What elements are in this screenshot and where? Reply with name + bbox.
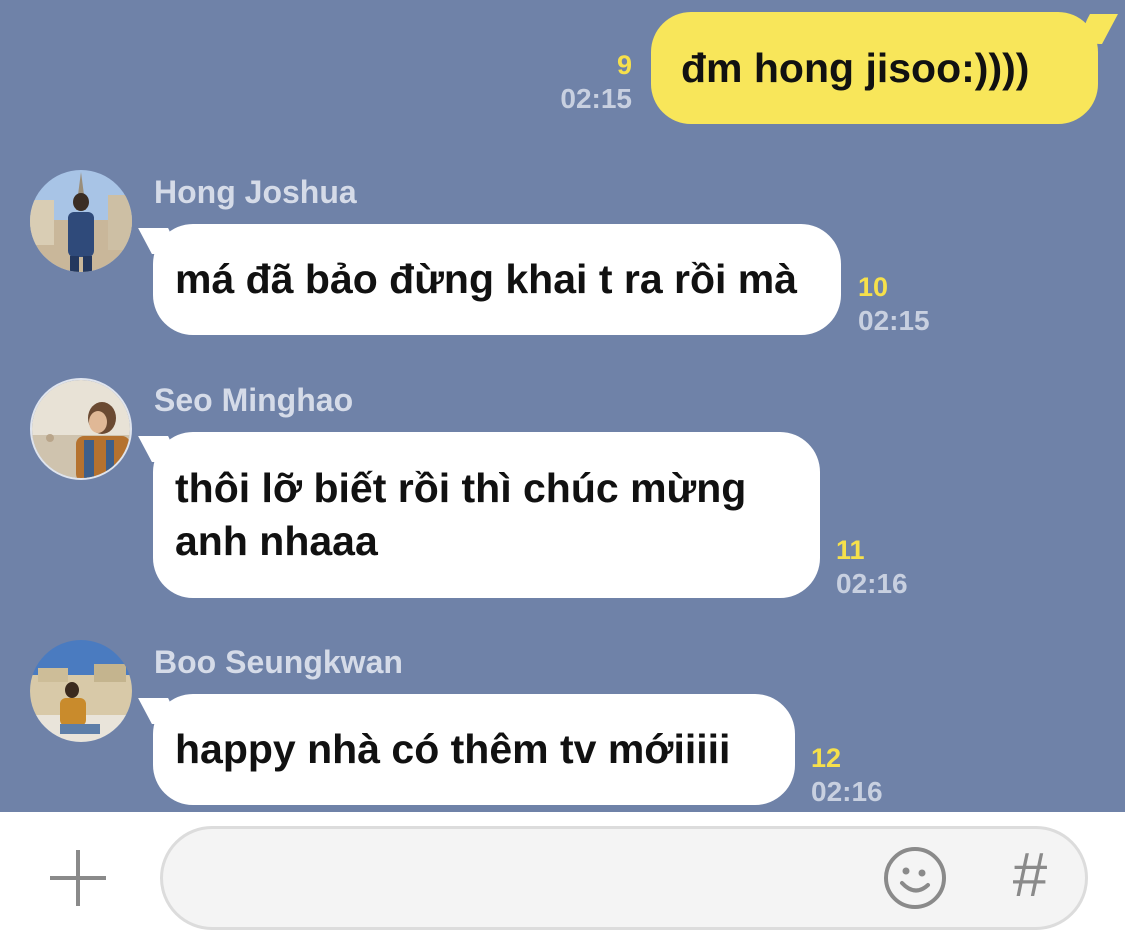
emoji-icon[interactable] <box>882 845 948 911</box>
message-time: 02:15 <box>560 83 632 114</box>
message-time: 02:16 <box>836 568 908 599</box>
message-text: má đã bảo đừng khai t ra rồi mà <box>175 256 798 302</box>
incoming-meta: 10 02:15 <box>858 270 958 338</box>
read-count: 10 <box>858 272 889 302</box>
read-count: 11 <box>836 535 865 565</box>
read-count: 12 <box>811 743 842 773</box>
chat-area[interactable]: 9 02:15 đm hong jisoo:)))) Hong Joshua m… <box>0 0 1125 812</box>
avatar[interactable] <box>30 640 132 742</box>
incoming-message-bubble[interactable]: thôi lỡ biết rồi thì chúc mừng anh nhaaa <box>153 432 820 598</box>
outgoing-meta: 9 02:15 <box>540 48 632 116</box>
message-text: happy nhà có thêm tv mớiiiii <box>175 726 731 772</box>
incoming-meta: 11 02:16 <box>836 533 936 601</box>
read-count: 9 <box>616 50 632 80</box>
avatar[interactable] <box>30 170 132 272</box>
message-text-line: thôi lỡ biết rồi thì chúc mừng <box>175 465 747 511</box>
message-time: 02:15 <box>858 305 930 336</box>
message-time: 02:16 <box>811 776 883 807</box>
hashtag-button[interactable]: # <box>1000 840 1060 912</box>
outgoing-message-bubble[interactable]: đm hong jisoo:)))) <box>651 12 1098 124</box>
avatar[interactable] <box>30 378 132 480</box>
incoming-message-bubble[interactable]: má đã bảo đừng khai t ra rồi mà <box>153 224 841 335</box>
message-text: đm hong jisoo:)))) <box>681 44 1030 91</box>
message-text-line: anh nhaaa <box>175 518 378 564</box>
sender-name: Boo Seungkwan <box>154 644 403 680</box>
incoming-message-bubble[interactable]: happy nhà có thêm tv mớiiiii <box>153 694 795 805</box>
plus-icon[interactable] <box>48 848 108 908</box>
sender-name: Hong Joshua <box>154 174 357 210</box>
message-input[interactable] <box>160 826 1088 930</box>
incoming-meta: 12 02:16 <box>811 741 911 809</box>
sender-name: Seo Minghao <box>154 382 354 418</box>
